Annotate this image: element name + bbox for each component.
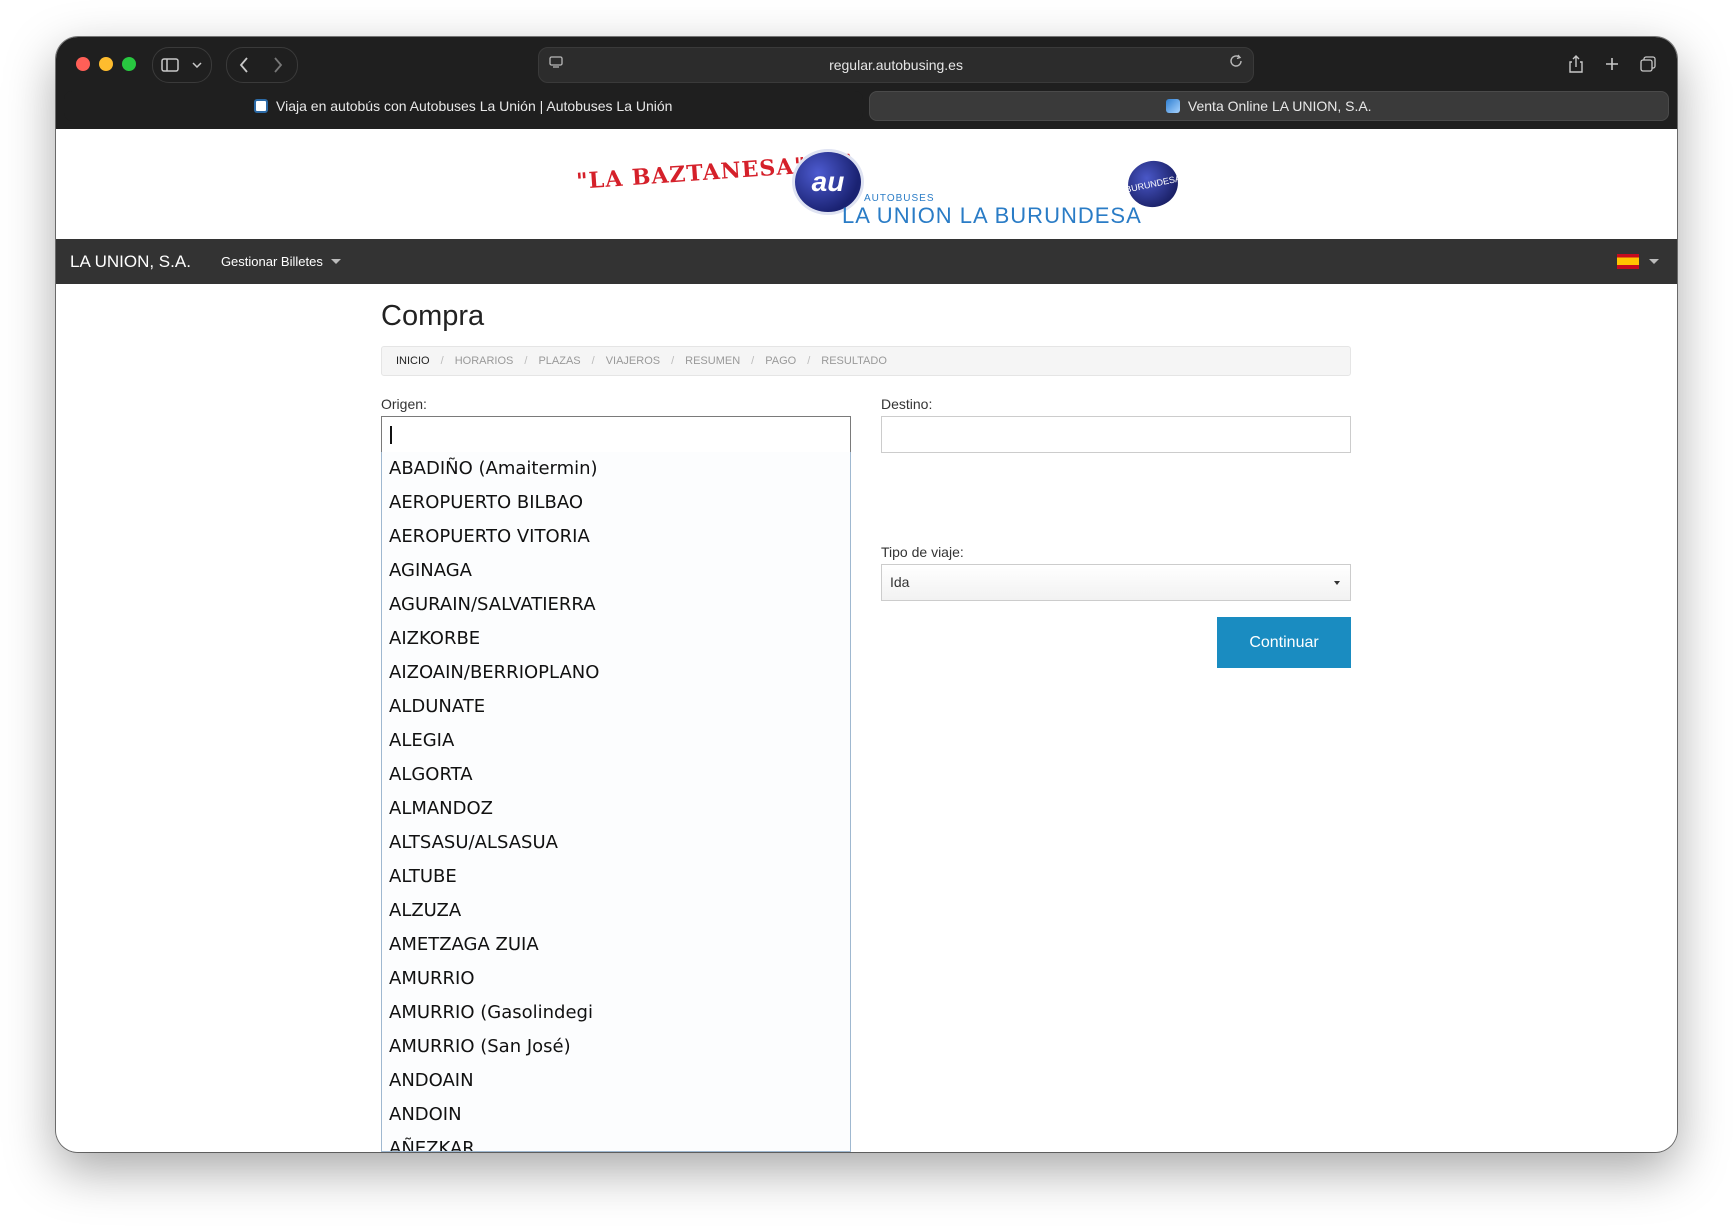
browser-toolbar-right	[1559, 47, 1665, 81]
list-item[interactable]: AIZKORBE	[382, 622, 850, 656]
breadcrumb-separator: /	[671, 355, 675, 367]
tab-bar: Viaja en autobús con Autobuses La Unión …	[64, 91, 1669, 121]
trip-type-value: Ida	[890, 574, 910, 590]
tab-title: Venta Online LA UNION, S.A.	[1187, 98, 1372, 114]
breadcrumb-separator: /	[524, 355, 528, 367]
browser-titlebar: regular.autobusing.es Viaja en autobús c…	[56, 37, 1677, 129]
main-navbar: LA UNION, S.A. Gestionar Billetes	[56, 239, 1677, 284]
url-text: regular.autobusing.es	[829, 57, 963, 73]
search-form: Origen: ABADIÑO (Amaitermin) AEROPUERTO …	[381, 376, 1351, 1152]
breadcrumb-separator: /	[751, 355, 755, 367]
list-item[interactable]: AGINAGA	[382, 554, 850, 588]
language-selector[interactable]	[1617, 254, 1659, 269]
list-item[interactable]: ALTSASU/ALSASUA	[382, 826, 850, 860]
list-item[interactable]: ABADIÑO (Amaitermin)	[382, 452, 850, 486]
list-item[interactable]: ALEGIA	[382, 724, 850, 758]
chevron-down-icon	[330, 259, 341, 264]
list-item[interactable]: ANDOIN	[382, 1098, 850, 1132]
list-item[interactable]: ANDOAIN	[382, 1064, 850, 1098]
breadcrumb-step-plazas: PLAZAS	[538, 355, 581, 367]
list-item[interactable]: AGURAIN/SALVATIERRA	[382, 588, 850, 622]
list-item[interactable]: AEROPUERTO BILBAO	[382, 486, 850, 520]
breadcrumb-separator: /	[807, 355, 811, 367]
back-icon[interactable]	[227, 48, 261, 82]
logo-union-burundesa-text: LA UNION LA BURUNDESA	[842, 203, 1142, 228]
breadcrumb-step-viajeros: VIAJEROS	[605, 355, 661, 367]
tab-venta-online[interactable]: Venta Online LA UNION, S.A.	[868, 91, 1669, 121]
tab-autobuses-la-union[interactable]: Viaja en autobús con Autobuses La Unión …	[64, 91, 863, 121]
list-item[interactable]: AMURRIO (Gasolindegi	[382, 996, 850, 1030]
breadcrumb-separator: /	[440, 355, 444, 367]
sidebar-toggle-button[interactable]	[152, 47, 212, 83]
breadcrumb-step-resumen: RESUMEN	[685, 355, 741, 367]
history-navigation	[226, 47, 298, 83]
breadcrumb-step-horarios: HORARIOS	[454, 355, 514, 367]
shield-favicon-icon	[1165, 99, 1180, 113]
browser-window: regular.autobusing.es Viaja en autobús c…	[56, 37, 1677, 1152]
header-banner: "LA BAZTANESA" S.A au AUTOBUSES LA UNION…	[56, 129, 1677, 239]
origin-suggestions-list[interactable]: ABADIÑO (Amaitermin) AEROPUERTO BILBAO A…	[381, 452, 851, 1152]
tab-title: Viaja en autobús con Autobuses La Unión …	[276, 98, 673, 114]
list-item[interactable]: AMURRIO	[382, 962, 850, 996]
reload-icon[interactable]	[1229, 54, 1243, 73]
continue-button[interactable]: Continuar	[1217, 617, 1351, 668]
bus-favicon-icon	[254, 99, 269, 113]
tab-overview-icon[interactable]	[1631, 47, 1665, 81]
destination-input[interactable]	[881, 416, 1351, 453]
list-item[interactable]: ALZUZA	[382, 894, 850, 928]
navbar-brand[interactable]: LA UNION, S.A.	[70, 252, 191, 272]
web-page: "LA BAZTANESA" S.A au AUTOBUSES LA UNION…	[56, 129, 1677, 1152]
page-title: Compra	[381, 300, 485, 332]
zoom-window-button[interactable]	[122, 57, 136, 71]
list-item[interactable]: ALGORTA	[382, 758, 850, 792]
breadcrumb-step-pago: PAGO	[765, 355, 797, 367]
origin-label: Origen:	[381, 396, 427, 412]
spain-flag-icon	[1617, 254, 1639, 269]
list-item[interactable]: AMURRIO (San José)	[382, 1030, 850, 1064]
share-icon[interactable]	[1559, 47, 1593, 81]
trip-type-select[interactable]: Ida	[881, 564, 1351, 601]
breadcrumb: INICIO / HORARIOS / PLAZAS / VIAJEROS / …	[381, 346, 1351, 376]
breadcrumb-step-inicio: INICIO	[396, 355, 430, 367]
list-item[interactable]: ALDUNATE	[382, 690, 850, 724]
minimize-window-button[interactable]	[99, 57, 113, 71]
list-item[interactable]: ALMANDOZ	[382, 792, 850, 826]
close-window-button[interactable]	[76, 57, 90, 71]
list-item[interactable]: AEROPUERTO VITORIA	[382, 520, 850, 554]
list-item[interactable]: AMETZAGA ZUIA	[382, 928, 850, 962]
sidebar-icon	[153, 48, 187, 82]
purchase-content: Compra INICIO / HORARIOS / PLAZAS / VIAJ…	[381, 284, 1351, 1152]
chevron-down-icon	[1649, 259, 1659, 264]
manage-tickets-label: Gestionar Billetes	[220, 254, 323, 269]
address-bar[interactable]: regular.autobusing.es	[538, 47, 1254, 83]
forward-icon[interactable]	[261, 48, 295, 82]
select-arrow-icon	[1334, 581, 1340, 585]
chevron-down-icon	[187, 48, 207, 82]
origin-input[interactable]	[381, 416, 851, 453]
company-logo[interactable]: "LA BAZTANESA" S.A au AUTOBUSES LA UNION…	[575, 147, 1216, 228]
new-tab-icon[interactable]	[1595, 47, 1629, 81]
list-item[interactable]: AIZOAIN/BERRIOPLANO	[382, 656, 850, 690]
trip-type-label: Tipo de viaje:	[881, 544, 964, 560]
breadcrumb-step-resultado: RESULTADO	[821, 355, 887, 367]
list-item[interactable]: ALTUBE	[382, 860, 850, 894]
breadcrumb-separator: /	[591, 355, 595, 367]
text-cursor	[390, 426, 392, 445]
manage-tickets-menu[interactable]: Gestionar Billetes	[221, 254, 341, 269]
list-item[interactable]: AÑEZKAR	[382, 1132, 850, 1151]
destination-label: Destino:	[881, 396, 933, 412]
